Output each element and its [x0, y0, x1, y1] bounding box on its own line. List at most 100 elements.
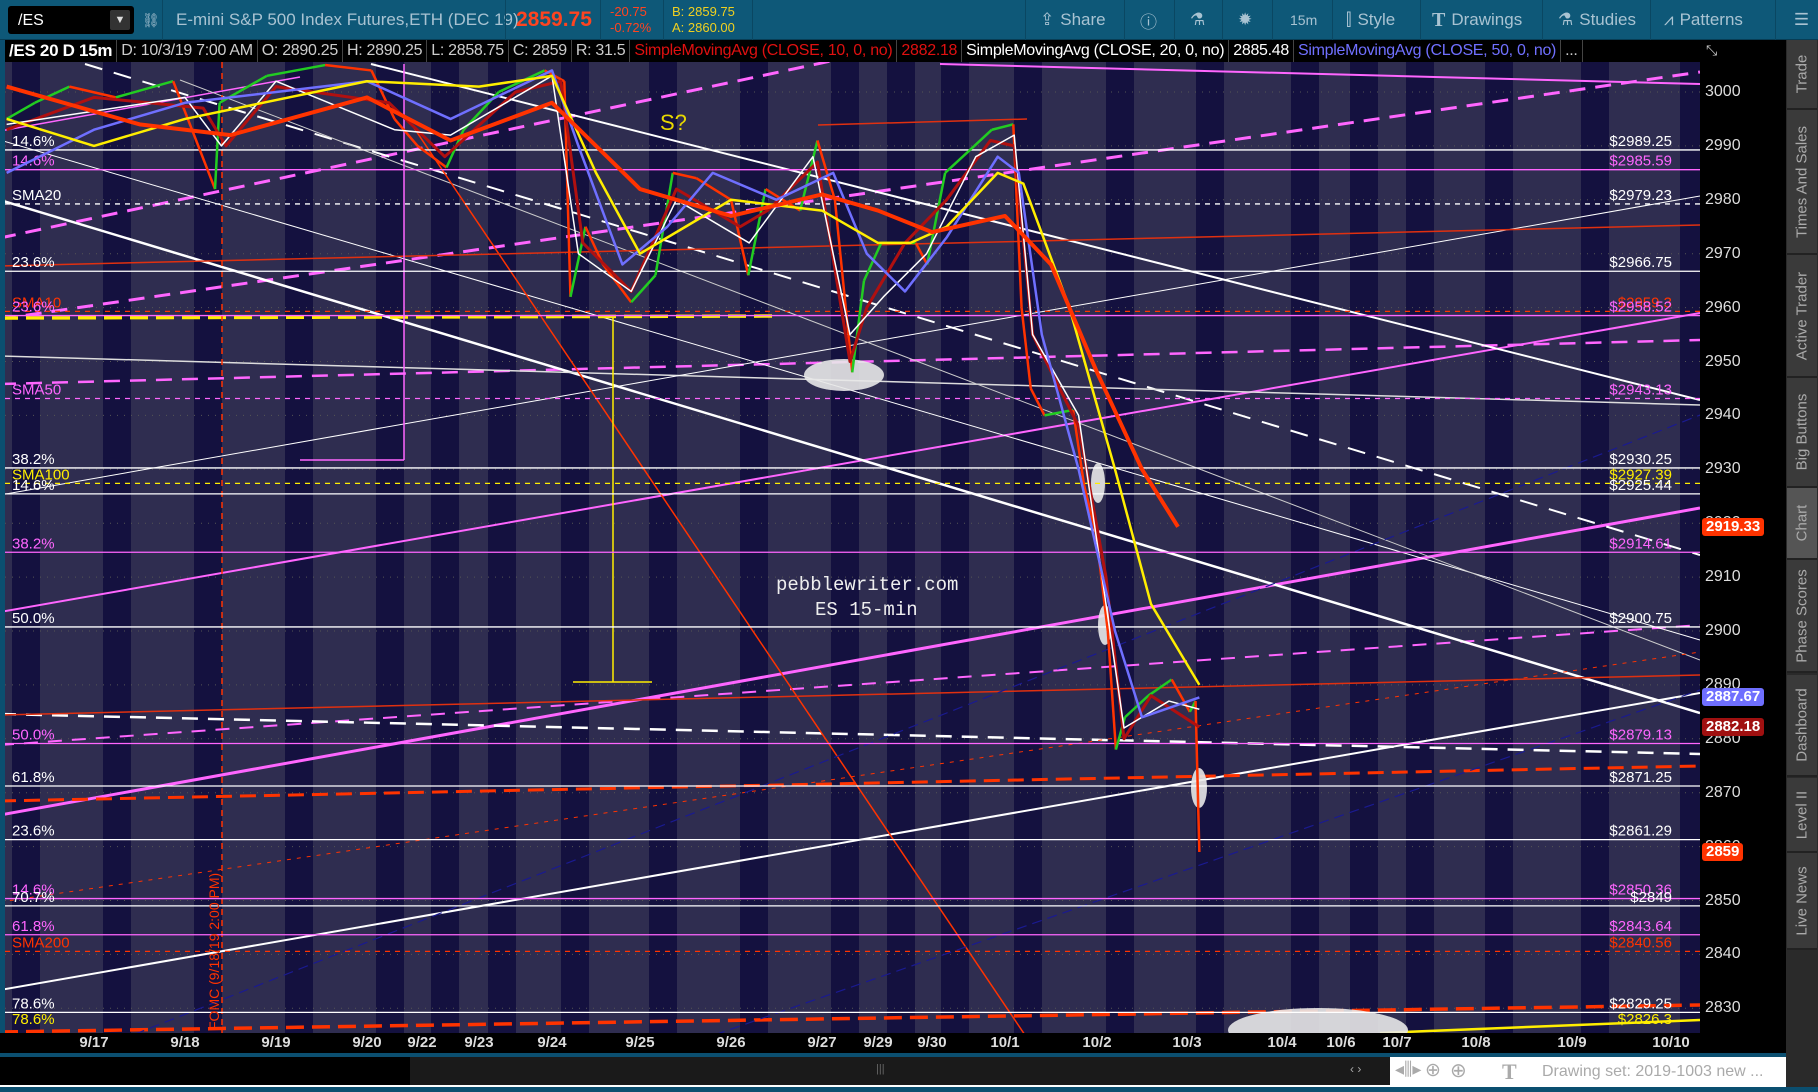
- side-tab-times-and-sales[interactable]: Times And Sales: [1787, 110, 1817, 255]
- level-label-right: $2829.25: [1609, 995, 1672, 1012]
- overnight-band: [887, 62, 915, 1033]
- date-tick-label: 9/18: [170, 1034, 200, 1051]
- date-tick-label: 10/8: [1461, 1034, 1491, 1051]
- zoom-icon[interactable]: ⊕: [1450, 1058, 1467, 1083]
- level-label-left: 78.6%: [12, 995, 55, 1012]
- price-tick-label: 2870: [1705, 783, 1741, 801]
- date-tick-label: 9/19: [261, 1034, 291, 1051]
- price-axis[interactable]: ⤡ 28302840285028602870288028902900291029…: [1700, 40, 1786, 1053]
- level-label-right: $2849: [1630, 889, 1672, 906]
- level-label-right: $2871.25: [1609, 769, 1672, 786]
- date-tick-label: 9/25: [625, 1034, 655, 1051]
- date-tick-label: 9/27: [807, 1034, 837, 1051]
- price-tick-label: 2850: [1705, 891, 1741, 909]
- overnight-band: [431, 62, 459, 1033]
- date-axis[interactable]: 9/17 9/18 9/19 9/20 9/22 9/23 9/24 9/25 9/26 9/27…: [0, 1033, 1786, 1053]
- overnight-band: [103, 62, 131, 1033]
- fomc-annotation: FOMC (9/18/19 2:00 PM): [206, 873, 222, 1030]
- price-tick-label: 2830: [1705, 999, 1741, 1017]
- date-tick-label: 9/30: [917, 1034, 947, 1051]
- s-question-annotation: S?: [660, 110, 687, 135]
- date-tick-label: 9/29: [863, 1034, 893, 1051]
- level-label-left: 50.0%: [12, 726, 55, 743]
- date-tick-label: 10/6: [1326, 1034, 1356, 1051]
- drawing-set-selector[interactable]: Drawing set: 2019-1003 new ...: [1542, 1063, 1763, 1081]
- level-label-right: $2943.13: [1609, 382, 1672, 399]
- side-tab-label: Phase Scores: [1793, 568, 1811, 663]
- level-label-right: $2843.64: [1609, 918, 1672, 935]
- overnight-band: [488, 62, 516, 1033]
- level-label-right: $2985.59: [1609, 153, 1672, 170]
- level-label-left: 78.6%: [12, 1011, 55, 1028]
- price-badge: 2859: [1702, 842, 1744, 861]
- date-tick-label: 9/22: [407, 1034, 437, 1051]
- auto-scale-icon[interactable]: ⤡: [1706, 42, 1717, 59]
- level-label-right: $2989.25: [1609, 133, 1672, 150]
- date-tick-label: 9/23: [464, 1034, 494, 1051]
- side-tab-label: Chart: [1793, 504, 1811, 542]
- side-tab-live-news[interactable]: Live News: [1787, 853, 1817, 950]
- overnight-band: [1106, 62, 1134, 1033]
- price-chart[interactable]: 14.6% $2989.25 14.6% $2985.59 SMA20 $2979.23 2…: [0, 0, 1818, 1092]
- level-label-right: $2840.56: [1609, 934, 1672, 951]
- scroll-grip-icon[interactable]: |||: [876, 1063, 885, 1075]
- side-tab-dashboard[interactable]: Dashboard: [1787, 675, 1817, 777]
- price-tick-label: 2840: [1705, 945, 1741, 963]
- date-tick-label: 10/1: [990, 1034, 1020, 1051]
- level-label-left: 70.7%: [12, 889, 55, 906]
- date-tick-label: 9/24: [537, 1034, 567, 1051]
- crosshair-icon[interactable]: ⊕: [1425, 1059, 1441, 1082]
- side-tab-trade[interactable]: Trade: [1787, 40, 1817, 110]
- overnight-band: [1406, 62, 1434, 1033]
- price-tick-label: 2940: [1705, 406, 1741, 424]
- price-tick-label: 2900: [1705, 622, 1741, 639]
- side-tab-label: Trade: [1793, 54, 1811, 94]
- overnight-band: [1196, 62, 1224, 1033]
- price-tick-label: 2910: [1705, 568, 1741, 586]
- level-label-left: SMA20: [12, 187, 61, 204]
- level-label-left: 61.8%: [12, 918, 55, 935]
- level-label-right: $2979.23: [1609, 187, 1672, 204]
- price-tick-label: 2980: [1705, 190, 1741, 208]
- date-tick-label: 9/26: [716, 1034, 746, 1051]
- horizontal-scrollbar[interactable]: ||| ‹ ›: [0, 1057, 1390, 1085]
- side-panel-tabs: Trade Times And Sales Active Trader Big But…: [1786, 40, 1818, 1087]
- scrollbar-track: [0, 1057, 410, 1085]
- side-tab-level-ii[interactable]: Level II: [1787, 778, 1817, 853]
- price-badge: 2919.33: [1702, 517, 1765, 536]
- level-label-left: SMA200: [12, 934, 70, 951]
- level-label-left: 38.2%: [12, 535, 55, 552]
- price-tick-label: 2930: [1705, 460, 1741, 478]
- side-tab-chart[interactable]: Chart: [1787, 488, 1817, 560]
- price-badge: 2887.67: [1702, 688, 1765, 707]
- bottom-bar: ||| ‹ › ◂⫼▸ ⊕ ⊕ T Drawing set: 2019-1003…: [0, 1057, 1786, 1087]
- date-tick-label: 10/4: [1267, 1034, 1297, 1051]
- price-badge: 2882.18: [1702, 718, 1765, 737]
- scroll-arrows[interactable]: ‹ ›: [1350, 1062, 1361, 1076]
- level-label-right: $2966.75: [1609, 254, 1672, 271]
- price-tick-label: 3000: [1705, 83, 1741, 100]
- price-tick-label: 2960: [1705, 298, 1741, 316]
- level-label-left: 23.6%: [12, 299, 55, 316]
- side-tab-label: Level II: [1793, 790, 1811, 839]
- date-tick-label: 10/9: [1557, 1034, 1587, 1051]
- level-label-right: $2879.13: [1609, 726, 1672, 743]
- date-tick-label: 10/3: [1172, 1034, 1202, 1051]
- level-label-left: 61.8%: [12, 769, 55, 786]
- overnight-band: [1581, 62, 1609, 1033]
- date-tick-label: 9/20: [352, 1034, 382, 1051]
- level-label-left: 23.6%: [12, 254, 55, 271]
- date-tick-label: 10/10: [1652, 1034, 1690, 1051]
- side-tab-big-buttons[interactable]: Big Buttons: [1787, 378, 1817, 488]
- overnight-band: [376, 62, 404, 1033]
- level-label-left: 14.6%: [12, 133, 55, 150]
- level-label-left: 23.6%: [12, 823, 55, 840]
- side-tab-active-trader[interactable]: Active Trader: [1787, 255, 1817, 378]
- drawing-tool-icon[interactable]: T: [1502, 1059, 1517, 1085]
- level-label-right: $2958.52: [1609, 299, 1672, 316]
- side-tab-phase-scores[interactable]: Phase Scores: [1787, 560, 1817, 673]
- level-label-left: 50.0%: [12, 610, 55, 627]
- overnight-band: [1291, 62, 1319, 1033]
- side-tab-label: Dashboard: [1793, 688, 1811, 762]
- pan-icon[interactable]: ◂⫼▸: [1395, 1059, 1421, 1080]
